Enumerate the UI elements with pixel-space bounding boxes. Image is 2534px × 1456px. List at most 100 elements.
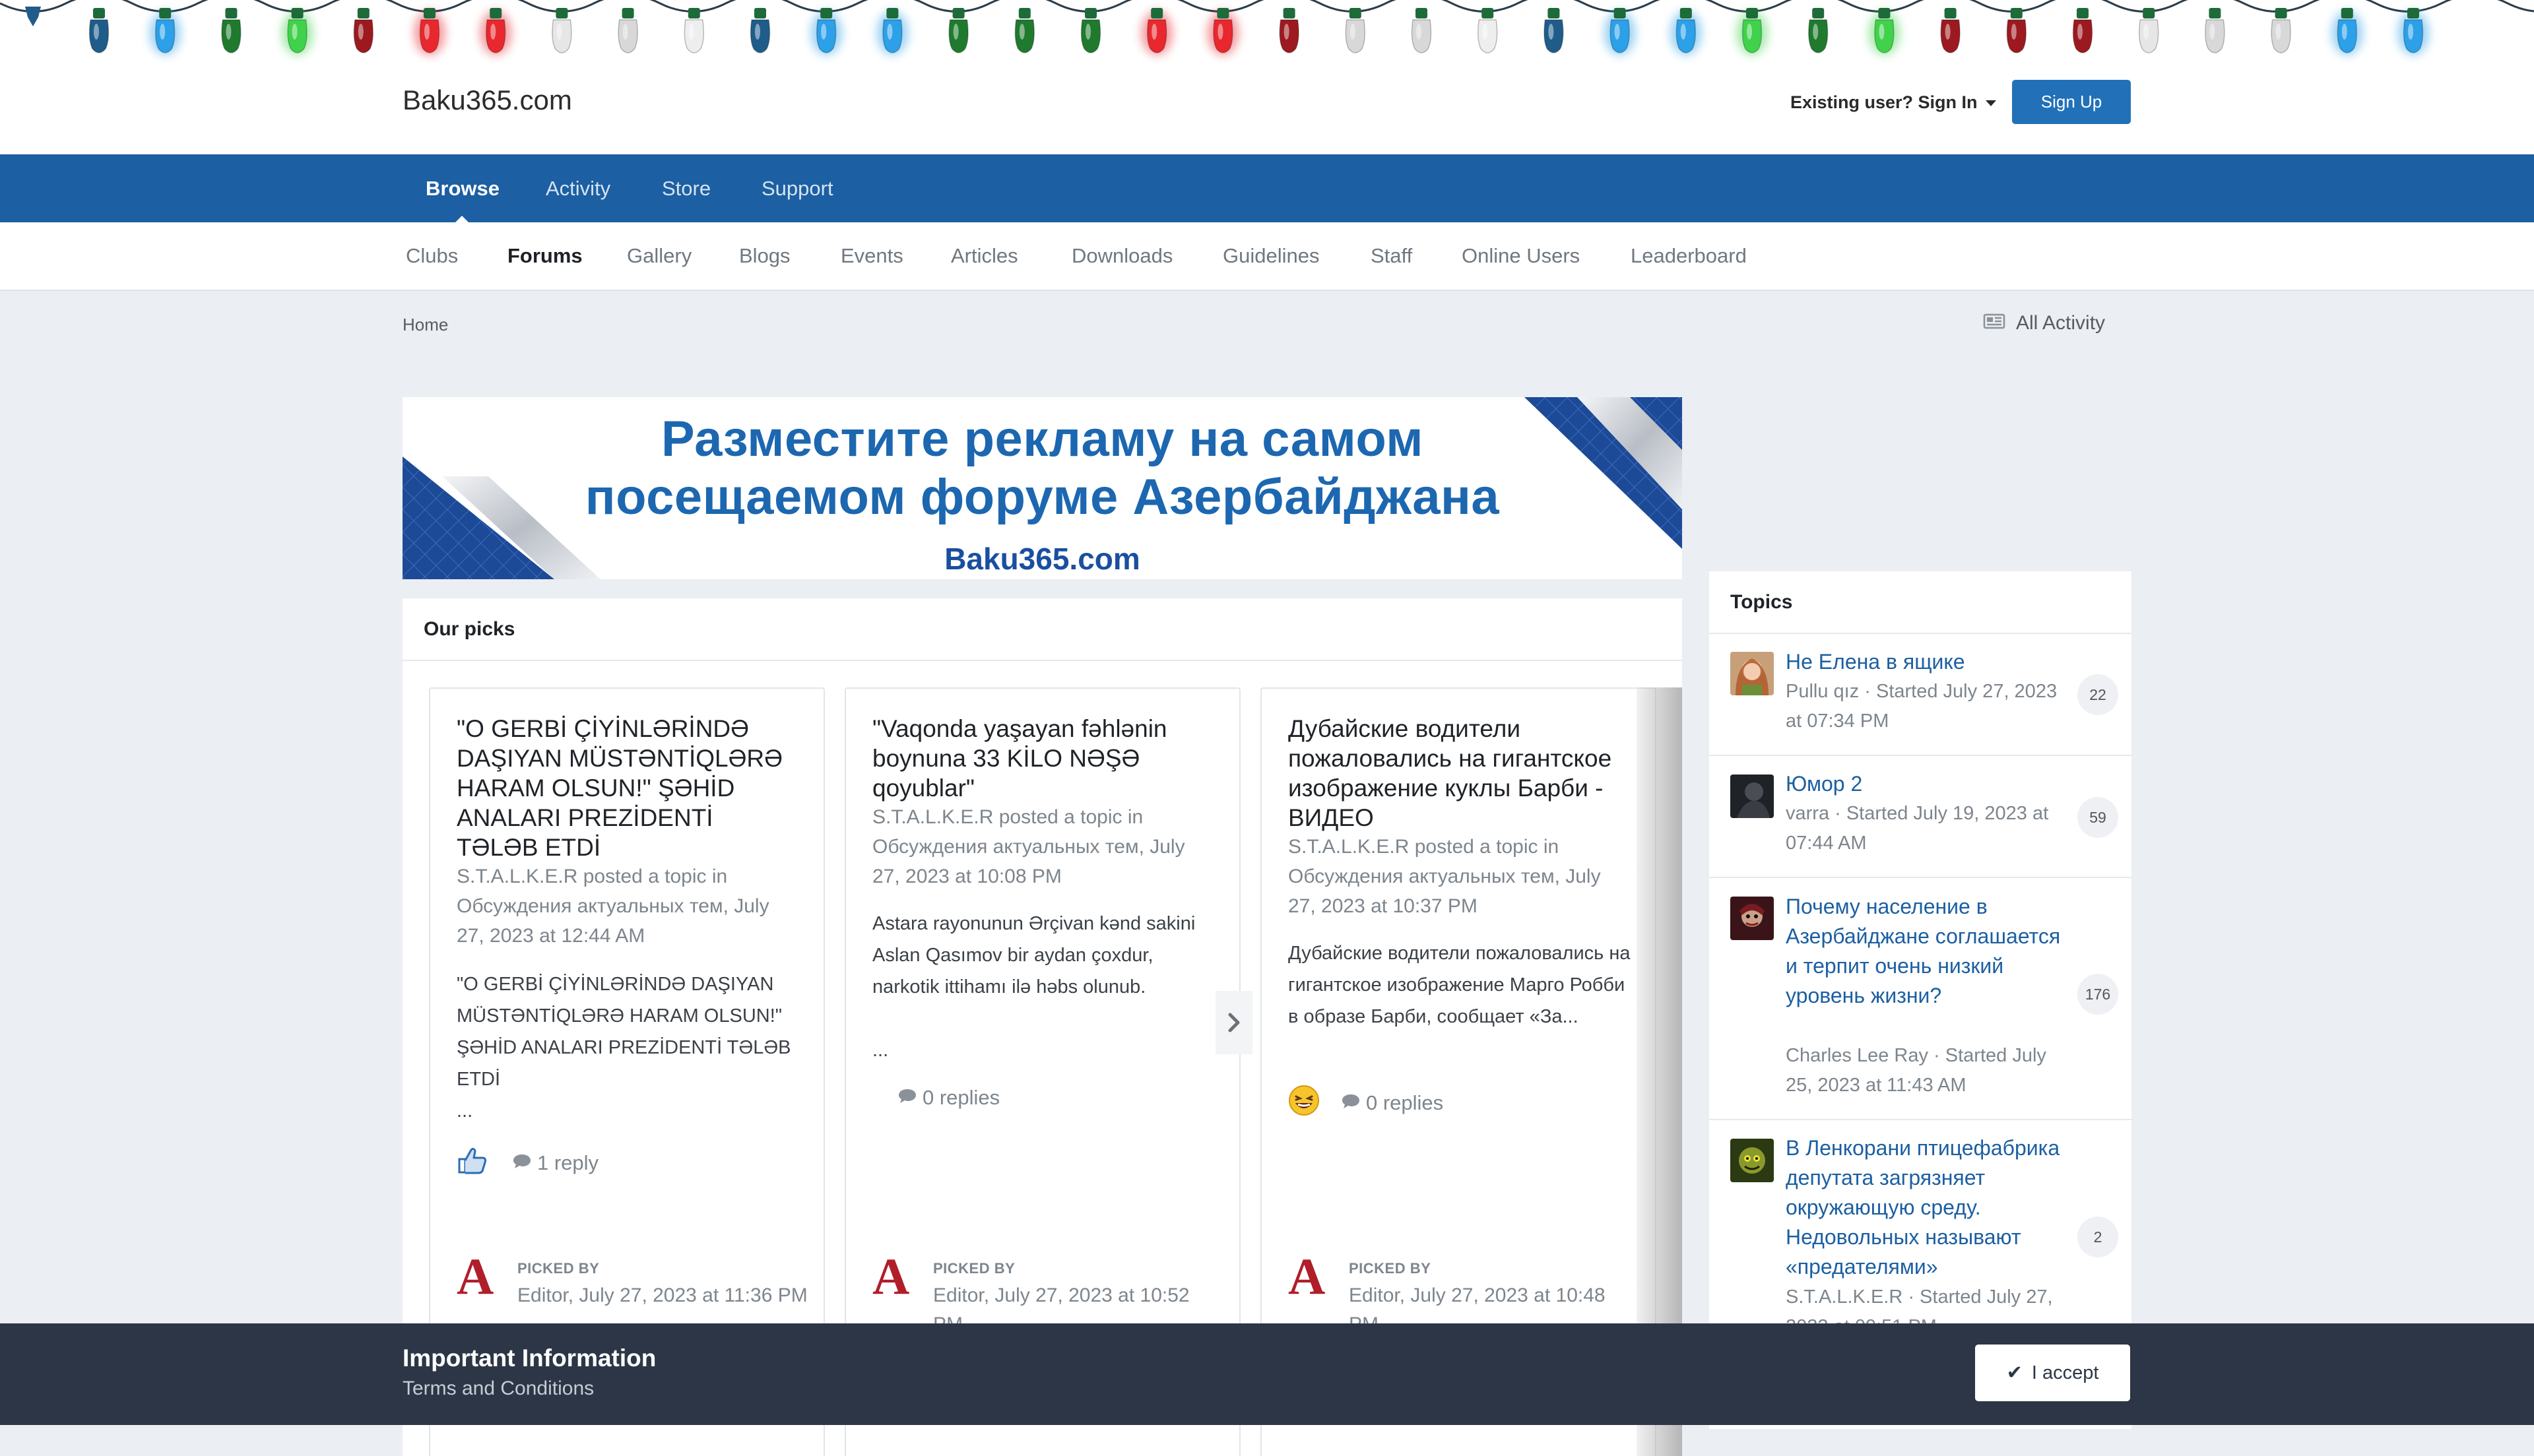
light-bulb-highlight <box>1614 24 1620 40</box>
light-bulb-icon <box>1940 19 1961 53</box>
all-activity-label: All Activity <box>2016 312 2106 334</box>
divider <box>1709 1119 2131 1120</box>
topic-title[interactable]: Почему население в Азербайджане соглашае… <box>1786 892 2069 1011</box>
pick-card-title[interactable]: "O GERBİ ÇİYİNLƏRİNDƏ DAŞIYAN MÜSTƏNTİQL… <box>457 714 800 862</box>
light-bulb-highlight <box>2275 24 2281 40</box>
nav-activity[interactable]: Activity <box>546 154 610 222</box>
light-bulb-socket <box>754 8 766 18</box>
primary-nav: Browse Activity Store Support <box>0 154 2534 222</box>
light-bulb-icon <box>221 19 242 53</box>
laughing-emoji-icon[interactable] <box>1288 1085 1320 1122</box>
light-bulb-socket <box>1018 8 1031 18</box>
site-title[interactable]: Baku365.com <box>403 84 572 116</box>
topic-meta: Charles Lee Ray · Started July 25, 2023 … <box>1786 1045 2046 1096</box>
reply-count[interactable]: 0 replies <box>923 1086 1000 1109</box>
subnav-blogs[interactable]: Blogs <box>739 222 791 290</box>
subnav-downloads[interactable]: Downloads <box>1072 222 1173 290</box>
holiday-lights-banner <box>0 0 2534 66</box>
light-bulb-icon <box>2138 19 2159 53</box>
light-bulb-highlight <box>1218 24 1223 40</box>
pick-card-stats: 0 replies <box>1288 1085 1443 1122</box>
sign-in-dropdown[interactable]: Existing user? Sign In <box>1790 92 1996 113</box>
reply-count[interactable]: 1 reply <box>537 1151 599 1174</box>
light-bulb-socket <box>556 8 568 18</box>
terms-and-conditions-link[interactable]: Terms and Conditions <box>403 1377 594 1400</box>
light-bulb-highlight <box>1813 24 1819 40</box>
subnav-staff[interactable]: Staff <box>1371 222 1412 290</box>
site-header: Baku365.com Existing user? Sign In Sign … <box>0 66 2534 154</box>
subnav-gallery[interactable]: Gallery <box>627 222 692 290</box>
light-bulb-socket <box>93 8 105 18</box>
pick-card-excerpt: "O GERBİ ÇİYİNLƏRİNDƏ DAŞIYAN MÜSTƏNTİQL… <box>457 974 791 1090</box>
light-bulb-icon <box>287 19 308 53</box>
light-bulb-highlight <box>1548 24 1554 40</box>
light-bulb-socket <box>886 8 899 18</box>
important-information-bar: Important Information Terms and Conditio… <box>0 1323 2534 1425</box>
carousel-next-button[interactable] <box>1216 991 1252 1054</box>
picked-by-label: PICKED BY <box>933 1260 1016 1277</box>
reply-count[interactable]: 0 replies <box>1366 1091 1443 1114</box>
light-bulb-socket <box>1944 8 1957 18</box>
light-bulb-socket <box>1812 8 1825 18</box>
comment-icon <box>897 1086 917 1110</box>
all-activity-link[interactable]: All Activity <box>1983 312 2105 335</box>
subnav-events[interactable]: Events <box>841 222 903 290</box>
light-bulb-icon <box>1477 19 1498 53</box>
topic-title[interactable]: Юмор 2 <box>1786 769 2069 799</box>
thumbs-up-icon[interactable] <box>457 1146 488 1180</box>
pick-card-title[interactable]: Дубайские водители пожаловались на гиган… <box>1288 714 1631 833</box>
caret-down-icon <box>1985 100 1996 107</box>
advertisement-banner[interactable]: Разместите рекламу на самом посещаемом ф… <box>403 397 1682 579</box>
topic-title[interactable]: Не Елена в ящике <box>1786 647 2069 677</box>
pick-card-stats: 1 reply <box>457 1146 599 1180</box>
light-bulb-socket <box>952 8 965 18</box>
breadcrumb-home[interactable]: Home <box>403 315 448 335</box>
pick-card-stats: 0 replies <box>872 1085 1000 1110</box>
picked-by-label: PICKED BY <box>1349 1260 1431 1277</box>
subnav-articles[interactable]: Articles <box>951 222 1018 290</box>
light-bulb-icon <box>485 19 506 53</box>
light-bulb-highlight <box>556 24 562 40</box>
light-bulb-icon <box>1213 19 1233 53</box>
light-bulb-highlight <box>1879 24 1885 40</box>
light-bulb-highlight <box>2077 24 2083 40</box>
subnav-clubs[interactable]: Clubs <box>406 222 458 290</box>
light-bulb-highlight <box>2011 24 2017 40</box>
picked-by-logo: A <box>1288 1248 1326 1305</box>
light-bulb-socket <box>688 8 700 18</box>
light-bulb-socket <box>490 8 502 18</box>
pick-card-title[interactable]: "Vaqonda yaşayan fəhlənin boynuna 33 KİL… <box>872 714 1216 803</box>
avatar[interactable] <box>1730 1139 1774 1182</box>
avatar[interactable] <box>1730 775 1774 818</box>
nav-support[interactable]: Support <box>762 154 833 222</box>
nav-store[interactable]: Store <box>662 154 711 222</box>
newspaper-icon <box>1983 313 2005 335</box>
light-bulb-icon <box>1146 19 1167 53</box>
light-bulb-highlight <box>953 24 959 40</box>
light-bulb-icon <box>1080 19 1101 53</box>
subnav-online-users[interactable]: Online Users <box>1462 222 1580 290</box>
light-bulb-socket <box>1085 8 1097 18</box>
sign-up-button[interactable]: Sign Up <box>2012 80 2131 124</box>
topic-title[interactable]: В Ленкорани птицефабрика депутата загряз… <box>1786 1133 2069 1282</box>
light-bulb-socket <box>159 8 172 18</box>
light-bulb-socket <box>1349 8 1361 18</box>
light-bulb-icon <box>816 19 837 53</box>
light-bulb-socket <box>1151 8 1163 18</box>
holiday-lights-icon <box>0 0 2534 55</box>
topic-meta: varra · Started July 19, 2023 at 07:44 A… <box>1786 803 2049 854</box>
accept-button[interactable]: ✔ I accept <box>1975 1345 2130 1401</box>
nav-browse[interactable]: Browse <box>426 154 500 222</box>
ad-headline-line-2: посещаемом форуме Азербайджана <box>585 469 1500 525</box>
subnav-forums[interactable]: Forums <box>507 222 583 290</box>
avatar[interactable] <box>1730 897 1774 940</box>
accept-label: I accept <box>2031 1362 2099 1383</box>
topic-reply-count: 2 <box>2077 1217 2118 1257</box>
avatar[interactable] <box>1730 652 1774 695</box>
light-bulb-highlight <box>622 24 628 40</box>
light-bulb-icon <box>1411 19 1432 53</box>
light-bulb-icon <box>1014 19 1035 53</box>
light-bulb-icon <box>1609 19 1630 53</box>
subnav-guidelines[interactable]: Guidelines <box>1223 222 1319 290</box>
subnav-leaderboard[interactable]: Leaderboard <box>1631 222 1747 290</box>
